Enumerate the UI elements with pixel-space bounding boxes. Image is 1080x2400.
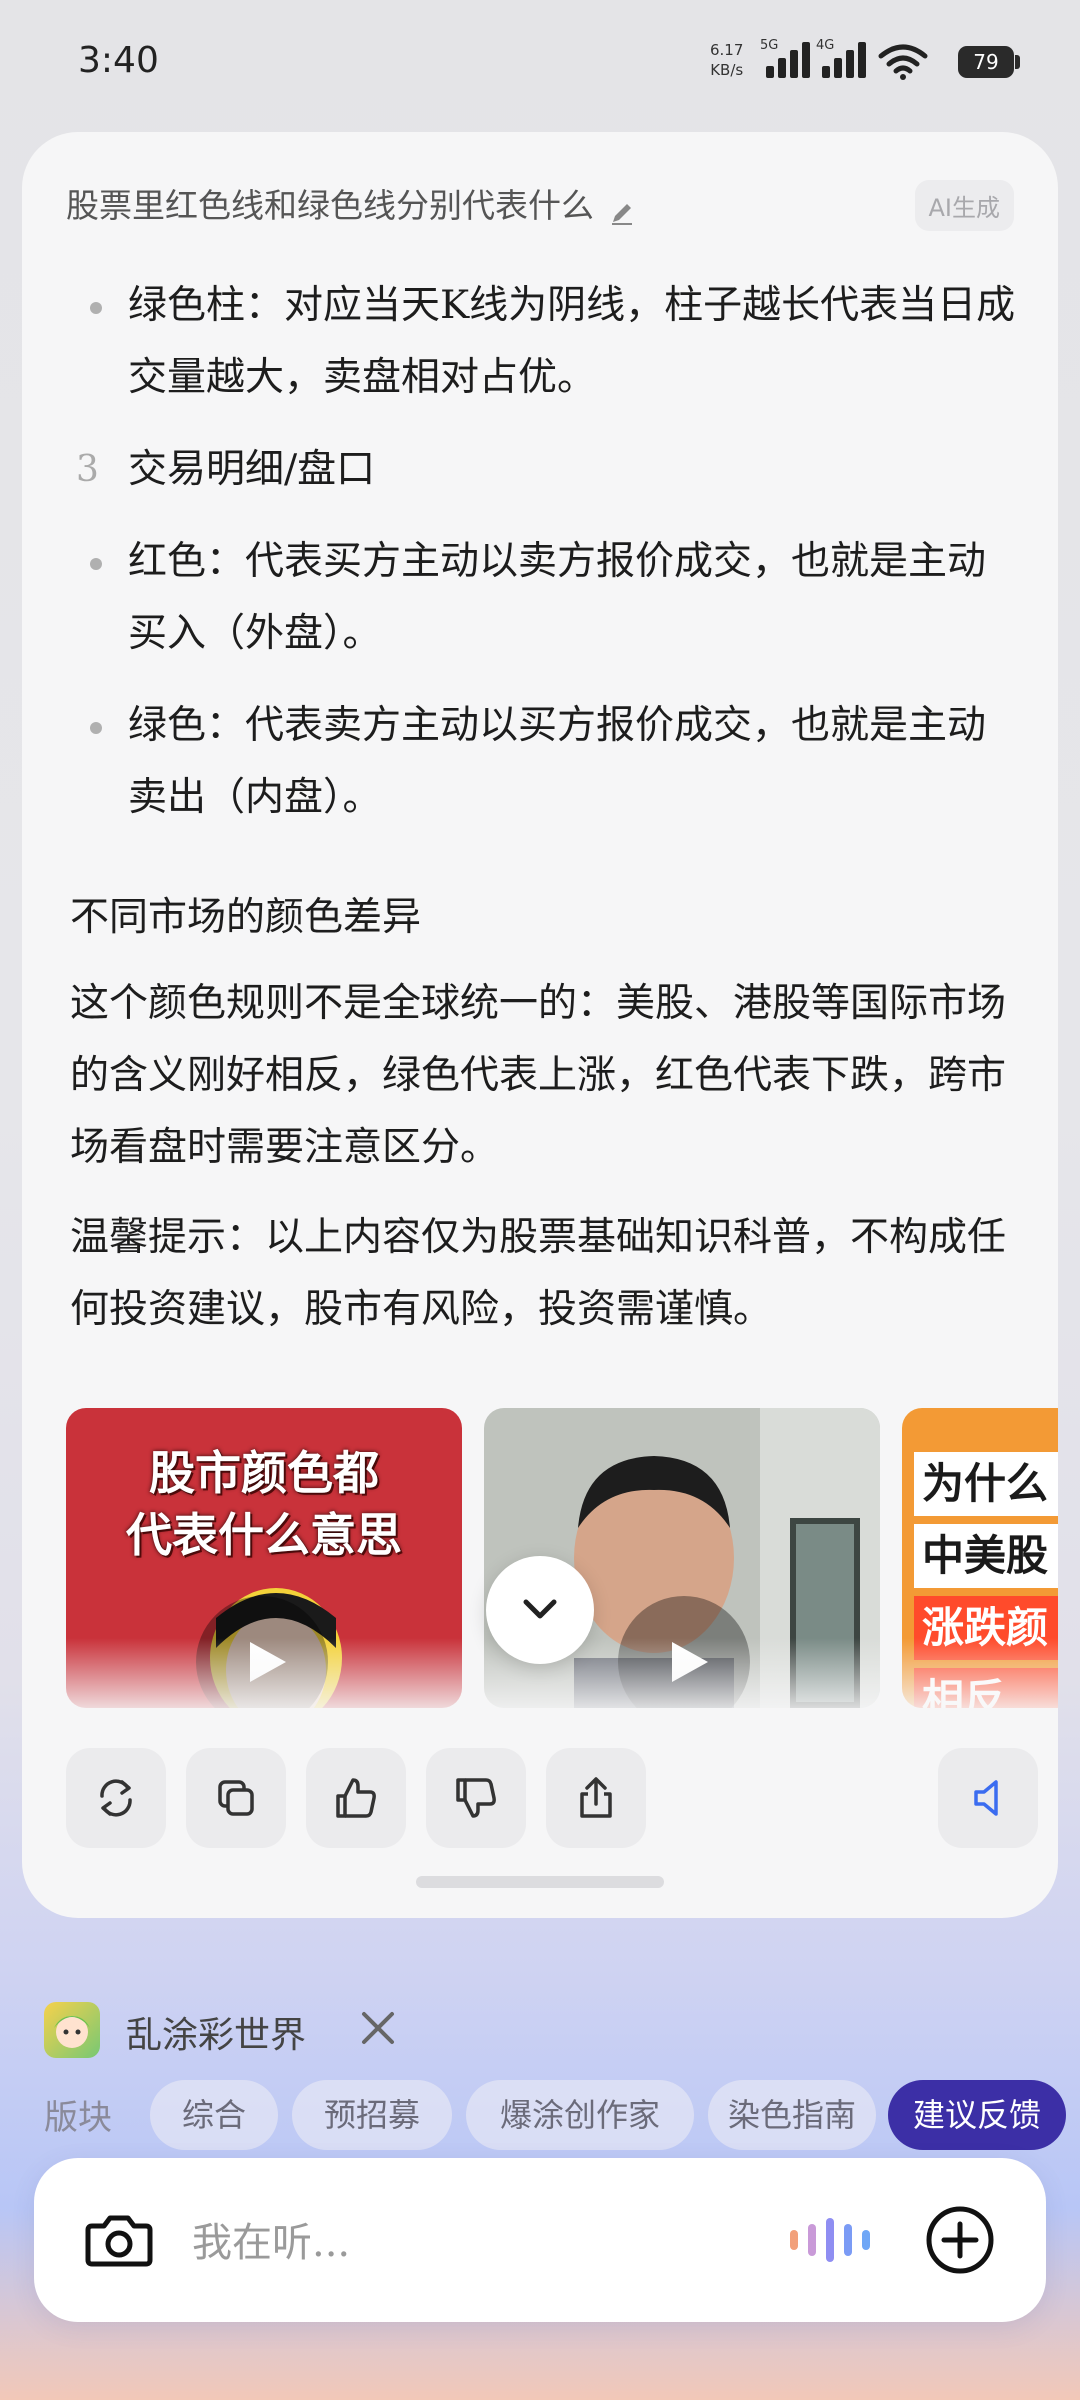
list-number: 3 (76, 449, 99, 490)
network-speed-value: 6.17 (710, 41, 744, 59)
regenerate-button[interactable] (66, 1748, 166, 1848)
question-title: 股票里红色线和绿色线分别代表什么 (66, 186, 594, 225)
section-heading: 不同市场的颜色差异 (70, 895, 422, 940)
chip-creator[interactable]: 爆涂创作家 (466, 2080, 694, 2150)
plus-icon[interactable] (924, 2204, 996, 2276)
suggestion-chips: 版块 综合 预招募 爆涂创作家 染色指南 建议反馈 (0, 2080, 1080, 2152)
answer-content: 绿色柱：对应当天K线为阴线，柱子越长代表当日成交量越大，卖盘相对占优。 3 交易… (70, 270, 1018, 1364)
chips-lead-label: 版块 (44, 2098, 112, 2138)
video-title-line: 股市颜色都 (149, 1446, 379, 1500)
close-icon[interactable] (356, 2006, 400, 2050)
signal-5g-icon: 5G (760, 38, 810, 78)
battery-tip (1015, 55, 1020, 69)
ai-generated-badge: AI生成 (914, 180, 1014, 231)
dislike-button[interactable] (426, 1748, 526, 1848)
thumbs-down-icon (456, 1778, 496, 1818)
regenerate-icon (100, 1779, 132, 1817)
like-button[interactable] (306, 1748, 406, 1848)
numbered-item-3: 3 交易明细/盘口 (70, 434, 1018, 506)
chip-comprehensive[interactable]: 综合 (150, 2080, 278, 2150)
video-title-line: 为什么 (914, 1452, 1058, 1516)
answer-actions (66, 1748, 1038, 1848)
card-drag-handle[interactable] (416, 1876, 664, 1888)
battery-icon: 79 (958, 46, 1014, 78)
app-name: 乱涂彩世界 (126, 2015, 307, 2056)
input-bar: 我在听... (34, 2158, 1046, 2322)
video-title-line: 中美股 (914, 1524, 1058, 1588)
read-aloud-button[interactable] (938, 1748, 1038, 1848)
paragraph-disclaimer: 温馨提示：以上内容仅为股票基础知识科普，不构成任何投资建议，股市有风险，投资需谨… (70, 1215, 1007, 1332)
share-icon (580, 1777, 612, 1818)
scroll-down-button[interactable] (486, 1556, 594, 1664)
numbered-item-text: 交易明细/盘口 (128, 447, 376, 492)
signal-4g-icon: 4G (816, 38, 866, 78)
network-speed: 6.17 KB/s (710, 40, 743, 80)
wifi-icon (878, 44, 928, 80)
speaker-icon (974, 1780, 998, 1816)
chip-color-guide[interactable]: 染色指南 (708, 2080, 876, 2150)
camera-icon[interactable] (84, 2210, 154, 2270)
edit-icon[interactable] (609, 200, 635, 226)
chevron-down-icon (523, 1599, 557, 1619)
status-bar: 3:40 6.17 KB/s 5G 4G 79 (0, 0, 1080, 128)
sim1-label: 5G (760, 38, 779, 53)
share-button[interactable] (546, 1748, 646, 1848)
video-title-line: 代表什么意思 (126, 1508, 402, 1562)
bullet-red: 红色：代表买方主动以卖方报价成交，也就是主动买入（外盘）。 (70, 526, 1018, 670)
video-carousel[interactable]: 股市颜色都 代表什么意思 为什么 中美股 涨跌颜 (66, 1408, 1058, 1708)
app-logo-icon (54, 2016, 90, 2048)
copy-icon (218, 1780, 254, 1816)
copy-button[interactable] (186, 1748, 286, 1848)
answer-card: 股票里红色线和绿色线分别代表什么 AI生成 绿色柱：对应当天K线为阴线，柱子越长… (22, 132, 1058, 1918)
paragraph-market-diff: 这个颜色规则不是全球统一的：美股、港股等国际市场的含义刚好相反，绿色代表上涨，红… (70, 981, 1007, 1170)
voice-wave-icon (790, 2214, 890, 2266)
network-speed-unit: KB/s (710, 61, 744, 79)
sim2-label: 4G (816, 38, 835, 53)
chip-feedback[interactable]: 建议反馈 (888, 2080, 1066, 2150)
voice-input-placeholder[interactable]: 我在听... (192, 2210, 350, 2268)
status-time: 3:40 (78, 40, 159, 81)
bullet-green-bar: 绿色柱：对应当天K线为阴线，柱子越长代表当日成交量越大，卖盘相对占优。 (70, 270, 1018, 414)
video-title: 股市颜色都 代表什么意思 (66, 1442, 462, 1566)
question-row: 股票里红色线和绿色线分别代表什么 AI生成 (66, 176, 1014, 236)
bullet-green: 绿色：代表卖方主动以买方报价成交，也就是主动卖出（内盘）。 (70, 690, 1018, 834)
app-avatar[interactable] (44, 2002, 100, 2058)
chip-pre-recruit[interactable]: 预招募 (292, 2080, 452, 2150)
thumbs-up-icon (336, 1778, 376, 1818)
